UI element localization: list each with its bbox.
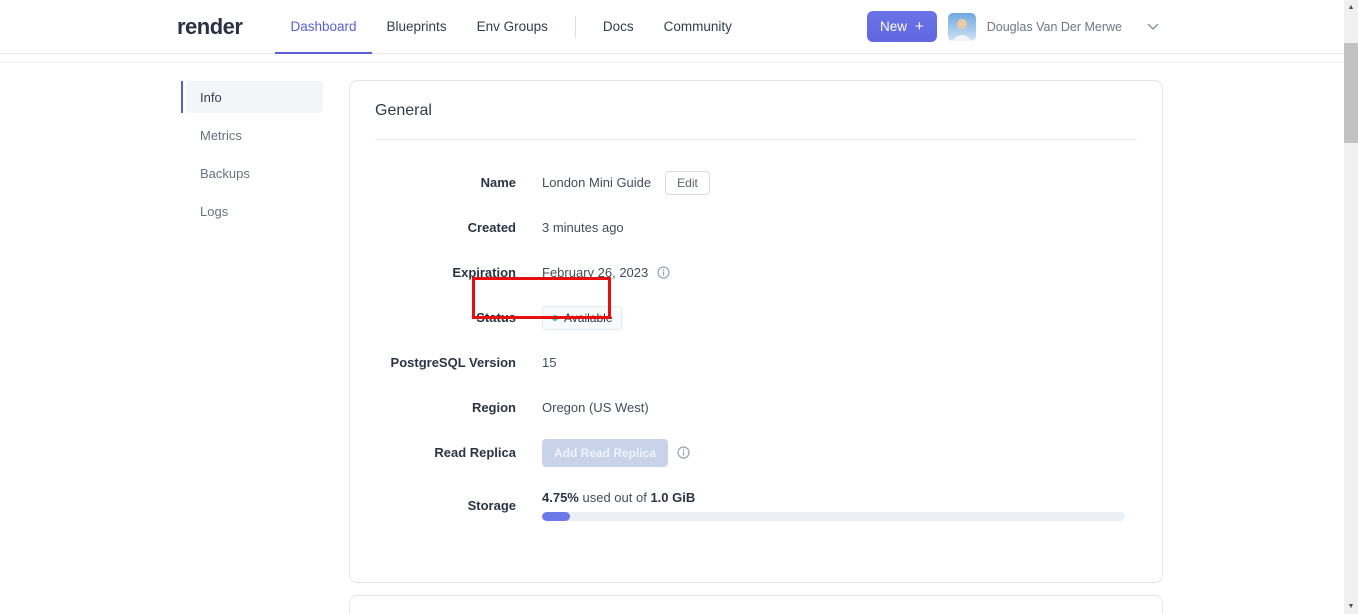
info-rows: Name London Mini Guide Edit Created 3 mi… (350, 140, 1162, 535)
sidebar-item-label: Info (200, 89, 222, 105)
nav-item-blueprints[interactable]: Blueprints (372, 0, 462, 53)
storage-row: Storage 4.75% used out of 1.0 GiB (375, 475, 1137, 535)
region-label: Region (471, 400, 516, 415)
general-card: General Name London Mini Guide Edit Crea… (349, 80, 1163, 583)
top-nav: render Dashboard Blueprints Env Groups D… (0, 0, 1358, 54)
nav-item-label: Blueprints (386, 19, 447, 34)
nav-item-label: Docs (602, 19, 634, 34)
new-button-label: New (879, 19, 907, 34)
status-row: Status Available (375, 295, 1137, 340)
main-content: Info Metrics Backups Logs General Name L… (0, 54, 1344, 614)
expiration-info-icon[interactable] (657, 266, 670, 279)
pg-version-label: PostgreSQL Version (390, 355, 516, 370)
nav-item-env-groups[interactable]: Env Groups (462, 0, 563, 53)
nav-links: Dashboard Blueprints Env Groups Docs Com… (275, 0, 747, 54)
sidebar-item-label: Logs (200, 203, 229, 219)
plus-icon: + (914, 18, 924, 35)
sidebar-item-backups[interactable]: Backups (186, 157, 323, 189)
user-avatar[interactable] (947, 12, 976, 41)
next-card (349, 595, 1163, 614)
status-label: Status (476, 310, 516, 325)
add-read-replica-button[interactable]: Add Read Replica (542, 438, 669, 467)
pg-version-row: PostgreSQL Version 15 (375, 340, 1137, 385)
pg-version-value: 15 (542, 355, 557, 370)
name-value-group: London Mini Guide Edit (542, 170, 710, 195)
created-row: Created 3 minutes ago (375, 205, 1137, 250)
sidebar-item-label: Backups (200, 165, 250, 181)
card-title: General (375, 102, 432, 119)
storage-used-pct: 4.75% (542, 489, 579, 505)
sidebar-item-info[interactable]: Info (181, 81, 323, 113)
scrollbar-thumb[interactable] (1344, 43, 1358, 143)
nav-item-dashboard[interactable]: Dashboard (275, 0, 372, 54)
created-value: 3 minutes ago (542, 220, 624, 235)
sidebar-item-logs[interactable]: Logs (186, 195, 323, 227)
read-replica-info-icon[interactable] (677, 446, 690, 459)
nav-item-label: Env Groups (476, 19, 548, 34)
storage-usage-text: 4.75% used out of 1.0 GiB (542, 490, 1125, 505)
app-logo[interactable]: render (177, 14, 243, 40)
status-value: Available (564, 310, 613, 325)
name-row: Name London Mini Guide Edit (375, 160, 1137, 205)
created-label: Created (467, 220, 516, 235)
nav-inner: render Dashboard Blueprints Env Groups D… (177, 0, 1159, 54)
nav-right: New + Douglas Van Der Merwe (866, 0, 1159, 53)
region-value: Oregon (US West) (542, 400, 649, 415)
read-replica-label: Read Replica (434, 445, 516, 460)
storage-label: Storage (467, 497, 516, 513)
nav-item-docs[interactable]: Docs (588, 0, 649, 53)
nav-divider (574, 15, 576, 38)
region-row: Region Oregon (US West) (375, 385, 1137, 430)
status-dot-icon (552, 314, 558, 321)
storage-value-group: 4.75% used out of 1.0 GiB (542, 490, 1125, 521)
sidebar: Info Metrics Backups Logs (181, 81, 323, 233)
sidebar-item-metrics[interactable]: Metrics (186, 119, 323, 151)
storage-total: 1.0 GiB (650, 489, 696, 505)
storage-progress-bar (542, 511, 1125, 521)
expiration-row: Expiration February 26, 2023 (375, 250, 1137, 295)
sidebar-item-label: Metrics (200, 127, 242, 143)
storage-progress-fill (542, 511, 570, 521)
nav-item-community[interactable]: Community (649, 0, 747, 53)
scrollbar-up-arrow[interactable]: ▲ (1344, 0, 1358, 15)
edit-name-button[interactable]: Edit (665, 170, 710, 195)
nav-item-label: Dashboard (290, 19, 357, 34)
expiration-value: February 26, 2023 (542, 265, 649, 280)
expiration-label: Expiration (452, 265, 516, 280)
name-label: Name (480, 175, 516, 190)
chevron-down-icon[interactable] (1147, 23, 1159, 31)
storage-middle-text: used out of (578, 489, 651, 505)
name-value: London Mini Guide (542, 175, 652, 190)
read-replica-row: Read Replica Add Read Replica (375, 430, 1137, 475)
user-menu-name[interactable]: Douglas Van Der Merwe (987, 20, 1122, 34)
status-badge: Available (542, 305, 623, 330)
nav-item-label: Community (663, 19, 732, 34)
scrollbar[interactable]: ▲ ▼ (1344, 0, 1358, 614)
scrollbar-down-arrow[interactable]: ▼ (1344, 599, 1358, 614)
new-button[interactable]: New + (866, 11, 937, 42)
